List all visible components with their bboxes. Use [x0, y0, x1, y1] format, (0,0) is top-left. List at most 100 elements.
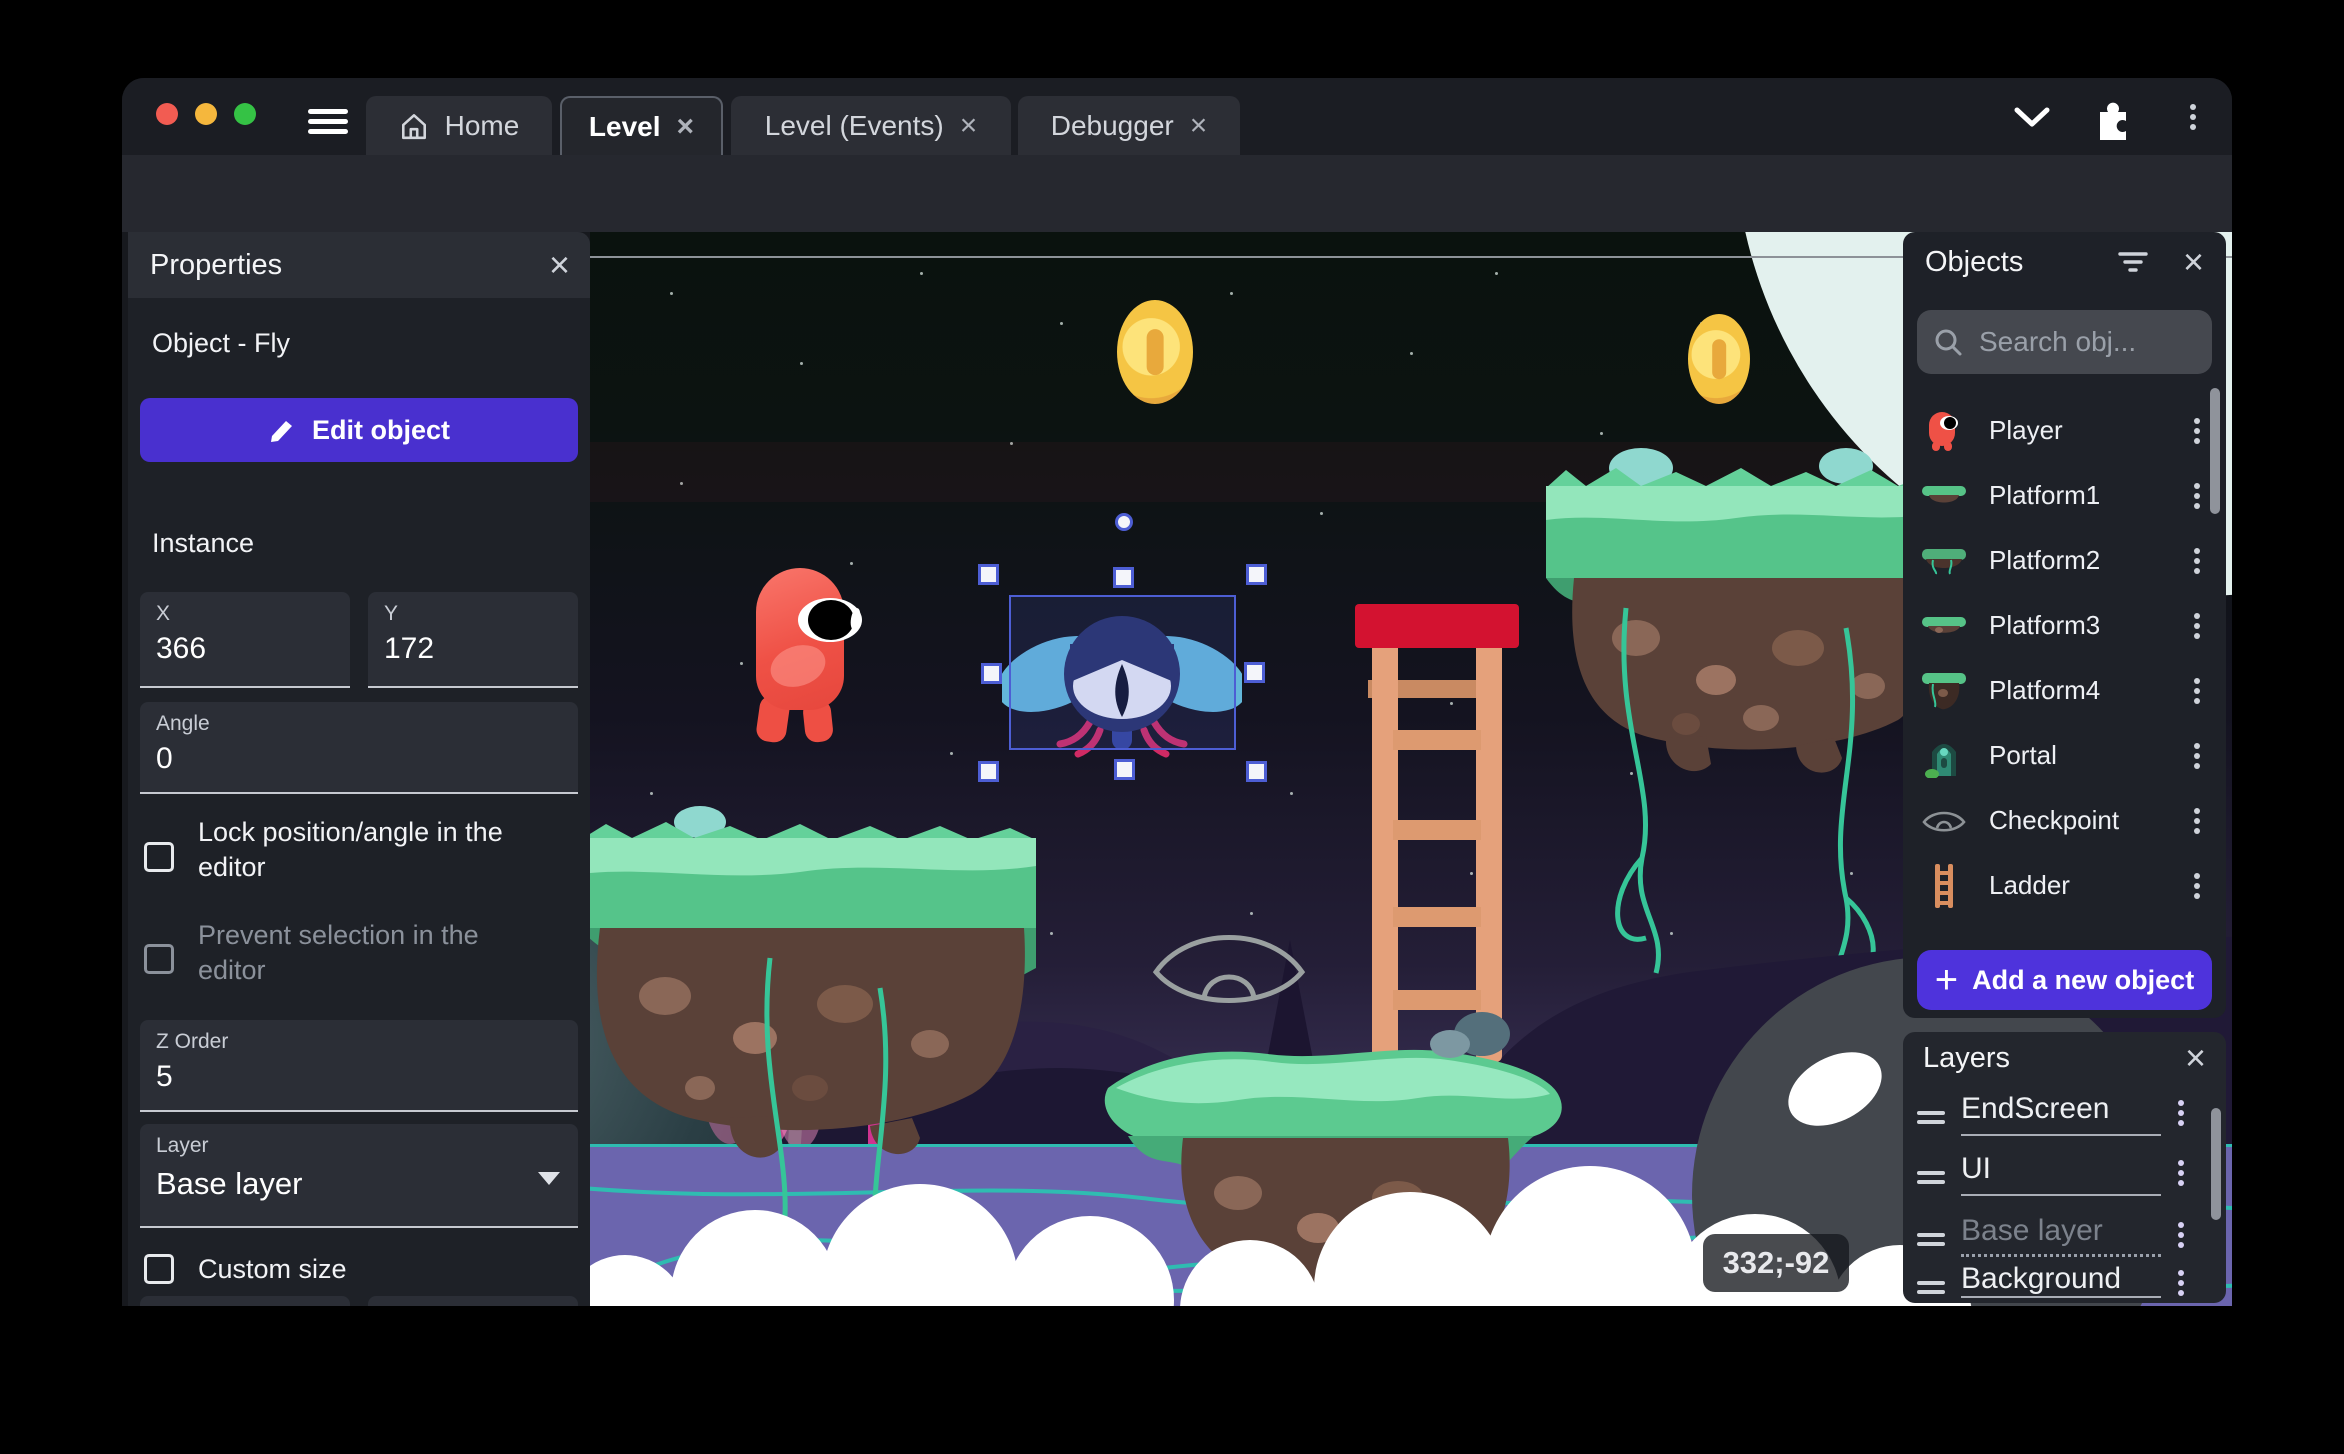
- angle-input[interactable]: [156, 742, 562, 776]
- layer-label: Layer: [156, 1134, 209, 1157]
- drag-handle-icon[interactable]: [1917, 1228, 1945, 1251]
- search-input[interactable]: [1977, 325, 2177, 359]
- lock-position-checkbox[interactable]: [144, 842, 174, 872]
- objects-scrollbar[interactable]: [2210, 388, 2220, 514]
- search-bar[interactable]: [1917, 310, 2212, 374]
- ladder-instance[interactable]: [1355, 602, 1520, 1072]
- z-order-label: Z Order: [156, 1030, 229, 1053]
- minimize-traffic-light[interactable]: [195, 103, 217, 125]
- resize-handle-s[interactable]: [1114, 759, 1135, 780]
- kebab-menu-icon[interactable]: [2194, 674, 2200, 708]
- tab-debugger[interactable]: Debugger ×: [1018, 96, 1240, 155]
- coin-instance[interactable]: [1117, 300, 1193, 404]
- tab-level-events[interactable]: Level (Events) ×: [731, 96, 1011, 155]
- extensions-puzzle-icon[interactable]: [2090, 96, 2136, 142]
- coin-instance[interactable]: [1688, 314, 1750, 404]
- z-order-field[interactable]: Z Order: [140, 1020, 578, 1112]
- kebab-menu-icon[interactable]: [2194, 609, 2200, 643]
- checkpoint-thumbnail: [1921, 798, 1967, 844]
- resize-handle-se[interactable]: [1246, 761, 1267, 782]
- resize-handle-n[interactable]: [1113, 567, 1134, 588]
- objects-title: Objects: [1925, 245, 2024, 278]
- layer-row-base-layer[interactable]: Base layer: [1961, 1214, 2103, 1248]
- object-row-portal[interactable]: Portal: [1903, 723, 2226, 788]
- kebab-menu-icon[interactable]: [2178, 1266, 2184, 1300]
- tab-label: Debugger: [1050, 109, 1174, 141]
- close-icon[interactable]: ×: [2185, 1040, 2206, 1076]
- angle-field[interactable]: Angle: [140, 702, 578, 794]
- caret-down-icon: [538, 1172, 560, 1185]
- layer-row-ui[interactable]: UI: [1961, 1152, 1991, 1186]
- platform3-thumbnail: [1921, 603, 1967, 649]
- close-tab-icon[interactable]: ×: [677, 111, 695, 142]
- object-row-platform4[interactable]: Platform4: [1903, 658, 2226, 723]
- resize-handle-nw[interactable]: [978, 564, 999, 585]
- y-field[interactable]: Y: [368, 592, 578, 688]
- tab-home[interactable]: Home: [366, 96, 552, 155]
- custom-size-checkbox[interactable]: [144, 1254, 174, 1284]
- prevent-selection-checkbox[interactable]: [144, 944, 174, 974]
- rotate-handle[interactable]: [1115, 513, 1133, 531]
- edit-object-button[interactable]: Edit object: [140, 398, 578, 462]
- maximize-traffic-light[interactable]: [234, 103, 256, 125]
- home-icon: [401, 113, 426, 139]
- kebab-menu-icon[interactable]: [2194, 804, 2200, 838]
- layer-underline: [1961, 1194, 2161, 1196]
- hamburger-menu-icon[interactable]: [308, 104, 348, 139]
- close-tab-icon[interactable]: ×: [1190, 110, 1208, 141]
- x-field[interactable]: X: [140, 592, 350, 688]
- close-traffic-light[interactable]: [156, 103, 178, 125]
- layer-select[interactable]: Layer Base layer: [140, 1124, 578, 1228]
- kebab-menu-icon[interactable]: [2178, 1156, 2184, 1190]
- drag-handle-icon[interactable]: [1917, 1166, 1945, 1189]
- kebab-menu-icon[interactable]: [2194, 544, 2200, 578]
- chevron-down-icon[interactable]: [2009, 102, 2055, 132]
- y-label: Y: [384, 602, 399, 625]
- kebab-menu-icon[interactable]: [2194, 869, 2200, 903]
- layer-row-endscreen[interactable]: EndScreen: [1961, 1092, 2109, 1126]
- close-icon[interactable]: ×: [2183, 244, 2204, 280]
- player-instance[interactable]: [754, 568, 866, 744]
- object-label: Player: [1989, 415, 2063, 445]
- object-row-checkpoint[interactable]: Checkpoint: [1903, 788, 2226, 853]
- layers-scrollbar[interactable]: [2211, 1108, 2221, 1220]
- resize-handle-sw[interactable]: [978, 761, 999, 782]
- resize-handle-w[interactable]: [981, 663, 1002, 684]
- properties-panel: Properties × Object - Fly Edit object In…: [128, 232, 590, 1306]
- object-row-ladder[interactable]: Ladder: [1903, 853, 2226, 918]
- drag-handle-icon[interactable]: [1917, 1276, 1945, 1299]
- kebab-menu-icon[interactable]: [2194, 414, 2200, 448]
- filter-icon[interactable]: [2116, 249, 2150, 275]
- resize-handle-e[interactable]: [1244, 662, 1265, 683]
- object-row-player[interactable]: Player: [1903, 398, 2226, 463]
- platform2-thumbnail: [1921, 538, 1967, 584]
- x-input[interactable]: [156, 632, 334, 666]
- objects-panel: Objects × Player Platform1: [1903, 232, 2226, 1018]
- kebab-menu-icon[interactable]: [2194, 739, 2200, 773]
- pencil-icon: [270, 421, 292, 442]
- layer-value: Base layer: [156, 1166, 303, 1201]
- checkpoint-outline-instance[interactable]: [1148, 910, 1310, 1022]
- layers-header: Layers ×: [1903, 1032, 2226, 1084]
- drag-handle-icon[interactable]: [1917, 1106, 1945, 1129]
- layer-underline: [1961, 1134, 2161, 1136]
- object-label: Portal: [1989, 740, 2057, 770]
- object-row-platform3[interactable]: Platform3: [1903, 593, 2226, 658]
- y-input[interactable]: [384, 632, 562, 666]
- tab-level[interactable]: Level ×: [560, 96, 723, 155]
- kebab-menu-icon[interactable]: [2178, 1096, 2184, 1130]
- z-order-input[interactable]: [156, 1060, 562, 1094]
- object-row-platform2[interactable]: Platform2: [1903, 528, 2226, 593]
- kebab-menu-icon[interactable]: [2190, 100, 2196, 134]
- kebab-menu-icon[interactable]: [2178, 1218, 2184, 1252]
- close-icon[interactable]: ×: [549, 247, 570, 283]
- add-new-object-button[interactable]: + Add a new object: [1917, 950, 2212, 1010]
- layer-row-background[interactable]: Background: [1961, 1262, 2121, 1296]
- portal-thumbnail: [1921, 733, 1967, 779]
- resize-handle-ne[interactable]: [1246, 564, 1267, 585]
- object-label: Checkpoint: [1989, 805, 2120, 835]
- width-field-stub: [140, 1296, 350, 1306]
- object-row-platform1[interactable]: Platform1: [1903, 463, 2226, 528]
- close-tab-icon[interactable]: ×: [960, 110, 978, 141]
- kebab-menu-icon[interactable]: [2194, 479, 2200, 513]
